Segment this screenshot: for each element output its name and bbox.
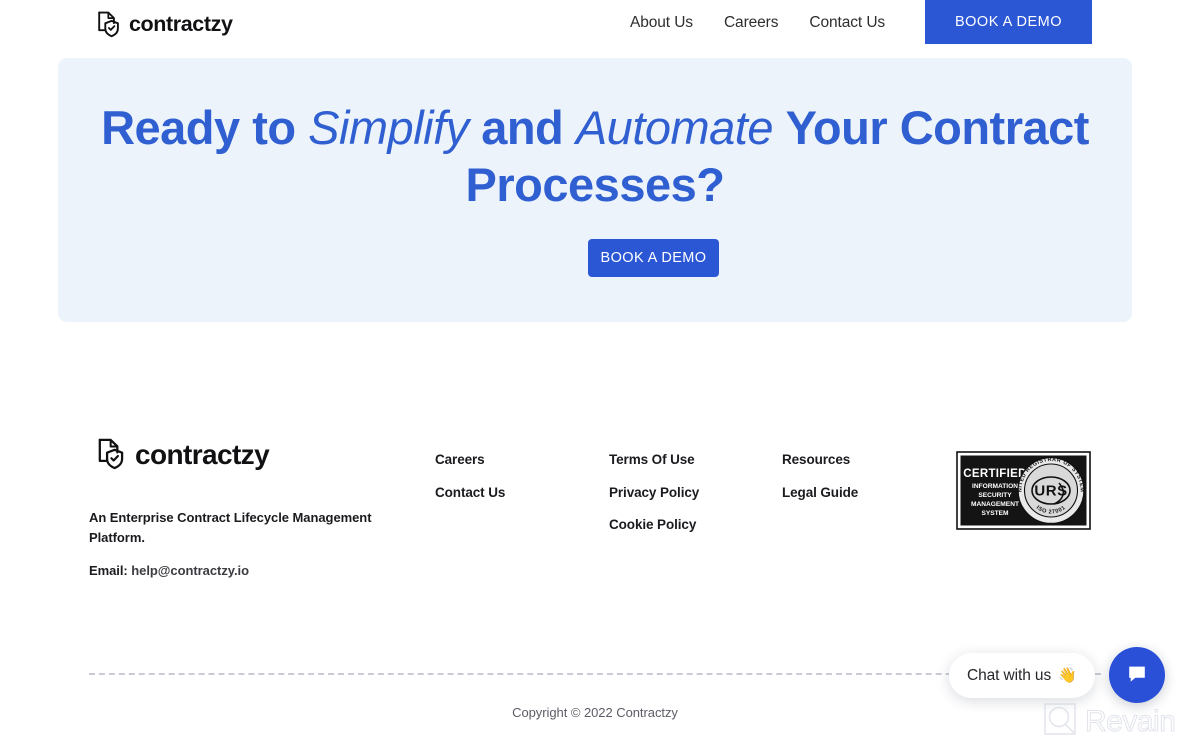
footer-link-column-1: Careers Contact Us (435, 453, 505, 499)
footer-email: Email: help@contractzy.io (89, 563, 249, 578)
document-shield-check-icon (96, 438, 127, 471)
hero-title-part-4: Automate (575, 101, 786, 154)
waving-hand-icon: 👋 (1058, 667, 1077, 684)
hero-title-part-2: Simplify (308, 101, 482, 154)
footer-email-label: Email: (89, 563, 128, 578)
document-shield-check-icon (96, 11, 122, 38)
header-book-a-demo-button[interactable]: BOOK A DEMO (925, 0, 1092, 44)
footer-link-column-2: Terms Of Use Privacy Policy Cookie Polic… (609, 453, 699, 532)
hero-title-part-3: and (481, 101, 576, 154)
open-chat-button[interactable] (1109, 647, 1165, 703)
cert-line-2: SECURITY (978, 492, 1012, 499)
cert-line-1: INFORMATION (972, 483, 1018, 490)
nav-item-careers[interactable]: Careers (724, 14, 779, 32)
chat-bubble-label: Chat with us (967, 666, 1052, 684)
footer-tagline: An Enterprise Contract Lifecycle Managem… (89, 510, 372, 545)
footer-link-terms-of-use[interactable]: Terms Of Use (609, 453, 699, 467)
footer-link-column-3: Resources Legal Guide (782, 453, 858, 499)
footer-logo-text: contractzy (135, 438, 270, 470)
footer-link-contact-us[interactable]: Contact Us (435, 485, 505, 500)
hero-banner: Ready to Simplify and Automate Your Cont… (58, 58, 1132, 322)
footer-link-resources[interactable]: Resources (782, 453, 858, 467)
nav-item-contact-us[interactable]: Contact Us (809, 14, 885, 32)
iso-certification-badge: CERTIFIED INFORMATION SECURITY MANAGEMEN… (955, 450, 1092, 531)
cert-line-3: MANAGEMENT (971, 501, 1019, 508)
cert-title: CERTIFIED (963, 468, 1026, 480)
header-logo[interactable]: contractzy (96, 11, 233, 38)
footer-link-legal-guide[interactable]: Legal Guide (782, 485, 858, 500)
footer-link-cookie-policy[interactable]: Cookie Policy (609, 518, 699, 532)
chat-with-us-bubble[interactable]: Chat with us 👋 (949, 653, 1095, 698)
site-header: contractzy About Us Careers Contact Us B… (0, 0, 1190, 48)
header-nav: About Us Careers Contact Us (630, 14, 885, 32)
footer-link-privacy-policy[interactable]: Privacy Policy (609, 485, 699, 500)
footer-email-address[interactable]: help@contractzy.io (131, 563, 249, 578)
chat-bubble-icon (1125, 662, 1149, 689)
hero-title: Ready to Simplify and Automate Your Cont… (58, 99, 1132, 213)
hero-book-a-demo-button[interactable]: BOOK A DEMO (588, 239, 719, 277)
urs-seal-text: URS (1034, 483, 1067, 500)
hero-title-part-1: Ready to (101, 101, 309, 154)
cert-line-4: SYSTEM (981, 510, 1009, 517)
footer-link-careers[interactable]: Careers (435, 453, 505, 467)
copyright-text: Copyright © 2022 Contractzy (512, 705, 678, 720)
header-logo-text: contractzy (129, 11, 233, 36)
nav-item-about-us[interactable]: About Us (630, 14, 693, 32)
footer-logo[interactable]: contractzy (96, 438, 270, 471)
